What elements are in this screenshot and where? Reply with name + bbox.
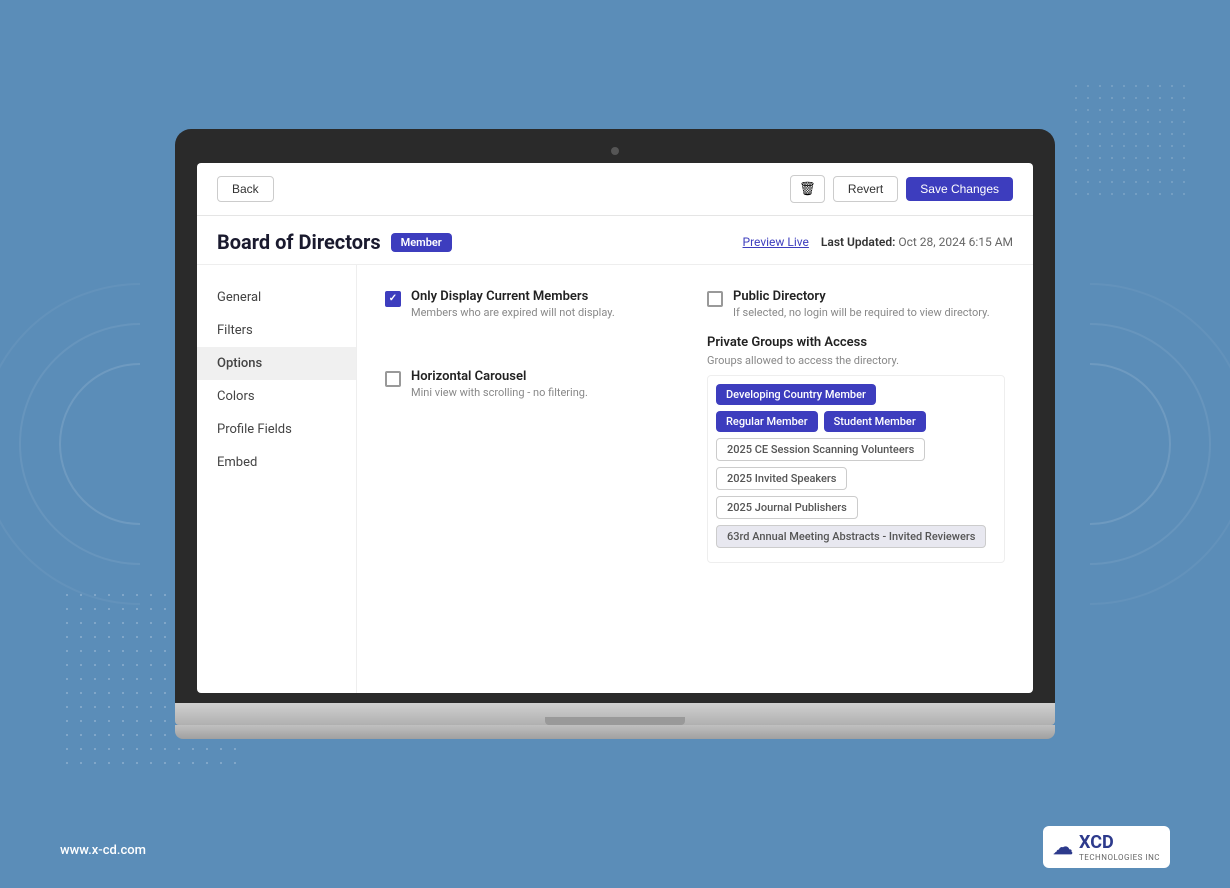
back-button[interactable]: Back xyxy=(217,176,274,202)
main-content: General Filters Options Colors Profile F… xyxy=(197,265,1033,693)
page-header: Board of Directors Member Preview Live L… xyxy=(197,216,1033,265)
laptop-frame: Back 🗑 Revert Save Changes Board of Dire… xyxy=(175,129,1055,739)
delete-button[interactable]: 🗑 xyxy=(790,175,825,203)
tag-developing-country[interactable]: Developing Country Member xyxy=(716,384,876,405)
page-header-left: Board of Directors Member xyxy=(217,230,452,254)
check-icon: ✓ xyxy=(389,294,397,304)
current-members-text: Only Display Current Members Members who… xyxy=(411,289,615,319)
tag-annual-meeting[interactable]: 63rd Annual Meeting Abstracts - Invited … xyxy=(716,525,986,548)
top-bar: Back 🗑 Revert Save Changes xyxy=(197,163,1033,216)
groups-scroll-container[interactable]: Developing Country Member Regular Member… xyxy=(707,375,1005,563)
carousel-desc: Mini view with scrolling - no filtering. xyxy=(411,386,588,399)
groups-row-3: 2025 CE Session Scanning Volunteers xyxy=(716,438,996,461)
content-area: ✓ Only Display Current Members Members w… xyxy=(357,265,1033,693)
page-header-right: Preview Live Last Updated: Oct 28, 2024 … xyxy=(743,235,1013,249)
current-members-desc: Members who are expired will not display… xyxy=(411,306,615,319)
app-container: Back 🗑 Revert Save Changes Board of Dire… xyxy=(197,163,1033,693)
brand-name: XCD xyxy=(1079,832,1114,853)
option-right: Public Directory If selected, no login w… xyxy=(707,289,1005,563)
tag-regular-member[interactable]: Regular Member xyxy=(716,411,818,432)
carousel-text: Horizontal Carousel Mini view with scrol… xyxy=(411,369,588,399)
last-updated-text: Last Updated: Oct 28, 2024 6:15 AM xyxy=(821,235,1013,249)
laptop-screen: Back 🗑 Revert Save Changes Board of Dire… xyxy=(197,163,1033,693)
groups-row-2: Regular Member Student Member xyxy=(716,411,996,432)
carousel-section: Horizontal Carousel Mini view with scrol… xyxy=(385,369,683,399)
public-directory-text: Public Directory If selected, no login w… xyxy=(733,289,990,319)
preview-live-link[interactable]: Preview Live xyxy=(743,235,809,249)
revert-button[interactable]: Revert xyxy=(833,176,898,202)
public-directory-label: Public Directory xyxy=(733,289,990,304)
option-carousel: Horizontal Carousel Mini view with scrol… xyxy=(385,369,683,399)
tag-ce-session[interactable]: 2025 CE Session Scanning Volunteers xyxy=(716,438,925,461)
laptop-base xyxy=(175,703,1055,725)
option-left: ✓ Only Display Current Members Members w… xyxy=(385,289,683,563)
laptop-stand xyxy=(175,725,1055,739)
camera xyxy=(611,147,619,155)
trash-icon: 🗑 xyxy=(799,181,816,197)
carousel-checkbox[interactable] xyxy=(385,371,401,387)
last-updated-label: Last Updated: xyxy=(821,235,895,249)
public-directory-checkbox[interactable] xyxy=(707,291,723,307)
sidebar-item-options[interactable]: Options xyxy=(197,347,356,380)
footer-website: www.x-cd.com xyxy=(60,843,146,858)
groups-row-1: Developing Country Member xyxy=(716,384,996,405)
groups-row-5: 2025 Journal Publishers xyxy=(716,496,996,519)
private-groups-section: Private Groups with Access Groups allowe… xyxy=(707,335,1005,563)
tag-invited-speakers[interactable]: 2025 Invited Speakers xyxy=(716,467,847,490)
sidebar: General Filters Options Colors Profile F… xyxy=(197,265,357,693)
tag-journal-publishers[interactable]: 2025 Journal Publishers xyxy=(716,496,858,519)
tag-student-member[interactable]: Student Member xyxy=(824,411,926,432)
current-members-label: Only Display Current Members xyxy=(411,289,615,304)
sidebar-item-profile-fields[interactable]: Profile Fields xyxy=(197,413,356,446)
carousel-label: Horizontal Carousel xyxy=(411,369,588,384)
private-groups-desc: Groups allowed to access the directory. xyxy=(707,354,1005,367)
brand-sub: TECHNOLOGIES INC xyxy=(1079,853,1160,862)
page-title: Board of Directors xyxy=(217,230,381,254)
option-current-members: ✓ Only Display Current Members Members w… xyxy=(385,289,683,319)
options-grid: ✓ Only Display Current Members Members w… xyxy=(385,289,1005,563)
sidebar-item-embed[interactable]: Embed xyxy=(197,446,356,479)
groups-row-4: 2025 Invited Speakers xyxy=(716,467,996,490)
footer-brand: ☁ XCD TECHNOLOGIES INC xyxy=(1043,826,1170,868)
member-badge: Member xyxy=(391,233,452,252)
public-directory-desc: If selected, no login will be required t… xyxy=(733,306,990,319)
groups-row-6: 63rd Annual Meeting Abstracts - Invited … xyxy=(716,525,996,548)
sidebar-item-general[interactable]: General xyxy=(197,281,356,314)
option-public-directory: Public Directory If selected, no login w… xyxy=(707,289,1005,319)
save-button[interactable]: Save Changes xyxy=(906,177,1013,201)
last-updated-value: Oct 28, 2024 6:15 AM xyxy=(898,235,1013,249)
cloud-icon: ☁ xyxy=(1053,835,1073,859)
sidebar-item-filters[interactable]: Filters xyxy=(197,314,356,347)
private-groups-title: Private Groups with Access xyxy=(707,335,1005,350)
current-members-checkbox[interactable]: ✓ xyxy=(385,291,401,307)
screen-frame: Back 🗑 Revert Save Changes Board of Dire… xyxy=(175,129,1055,703)
top-bar-actions: 🗑 Revert Save Changes xyxy=(790,175,1013,203)
sidebar-item-colors[interactable]: Colors xyxy=(197,380,356,413)
